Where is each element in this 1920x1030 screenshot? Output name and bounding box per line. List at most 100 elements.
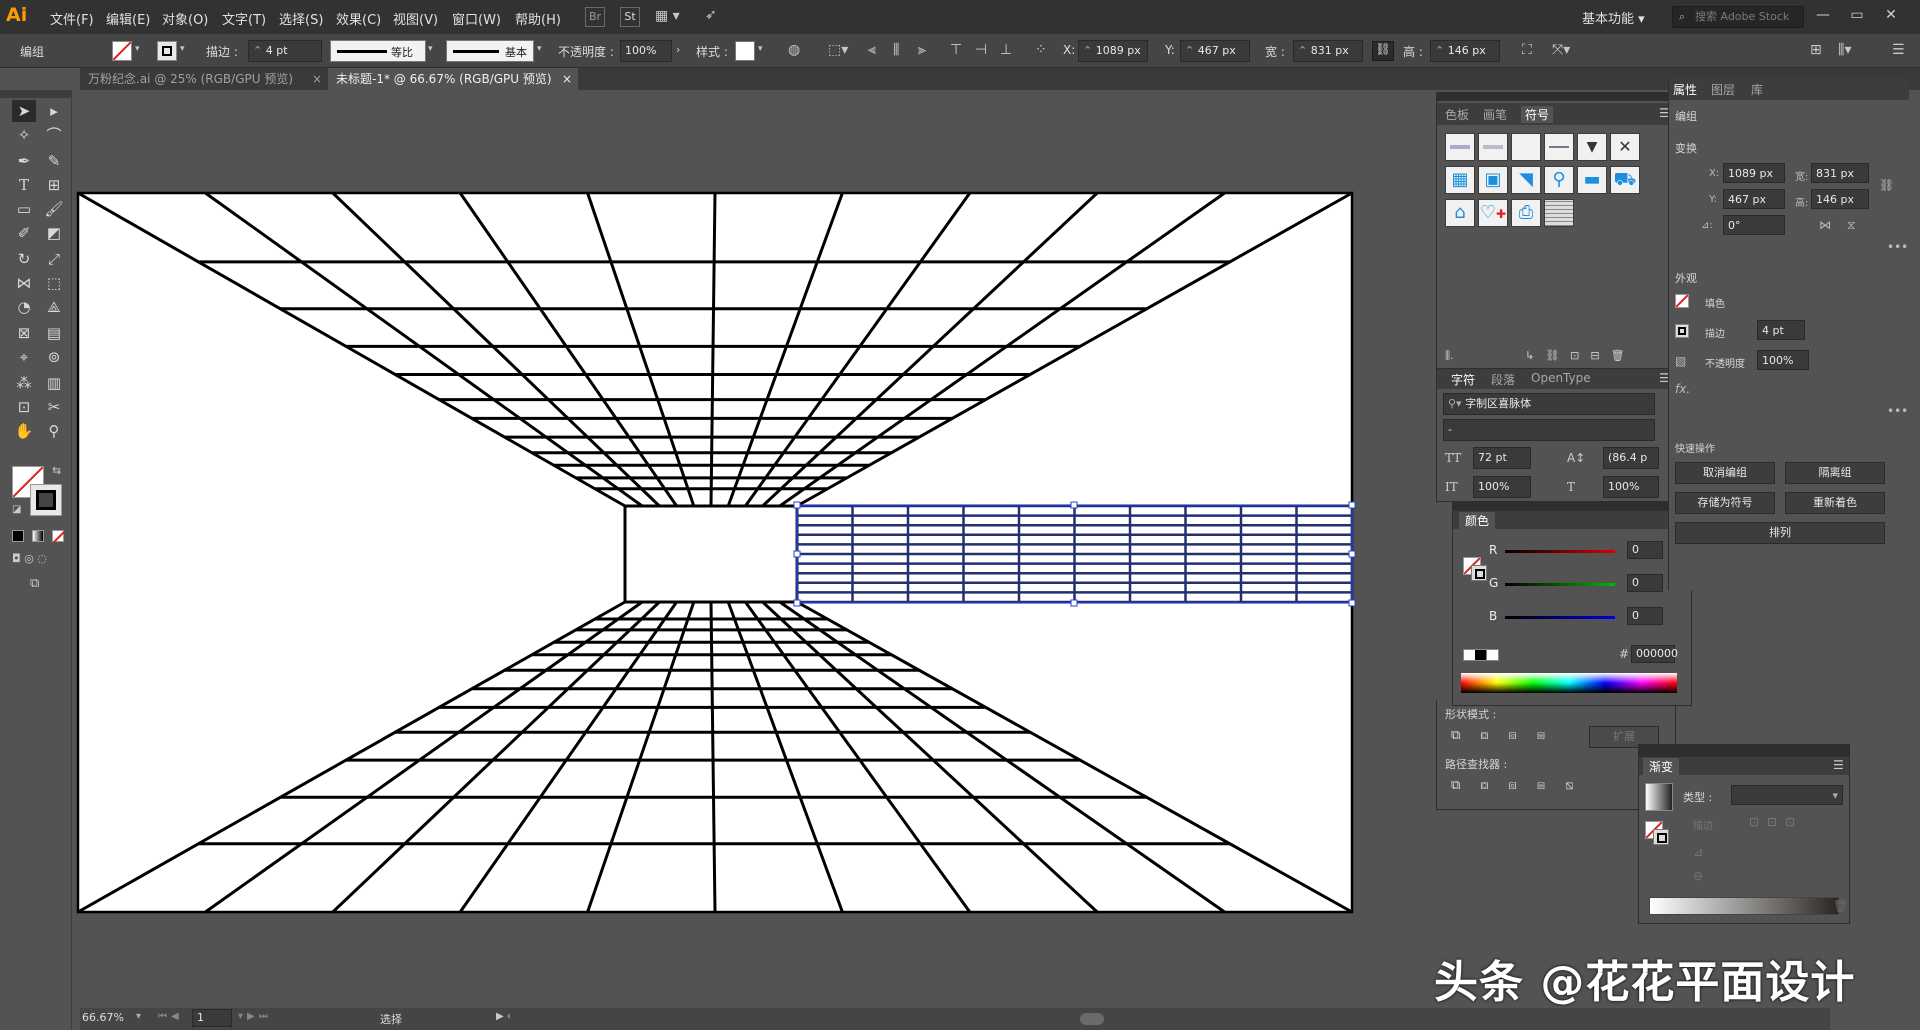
transform-options-icon[interactable]: ⤧▾ bbox=[1552, 42, 1570, 58]
angle-field[interactable]: 0° bbox=[1723, 215, 1785, 235]
g-slider[interactable] bbox=[1505, 583, 1615, 586]
default-colors-icon[interactable]: ◪ bbox=[12, 504, 21, 515]
tab-untitled-1[interactable]: 未标题-1* @ 66.67% (RGB/GPU 预览) × bbox=[328, 68, 578, 90]
artboard-tool-icon[interactable]: ⊡ bbox=[12, 396, 36, 418]
none-black-white-swatches[interactable] bbox=[1463, 649, 1499, 661]
eraser-tool-icon[interactable]: ◩ bbox=[42, 222, 66, 244]
symbol-button-bar-4[interactable] bbox=[1544, 133, 1574, 161]
perspective-grid-tool-icon[interactable]: ⟁ bbox=[42, 296, 66, 318]
appearance-fill-swatch[interactable] bbox=[1675, 294, 1689, 308]
menu-edit[interactable]: 编辑(E) bbox=[106, 9, 150, 28]
opacity-arrow-icon[interactable]: › bbox=[676, 43, 680, 56]
shape-mode-buttons[interactable]: ⧉⧈⧇⧆ bbox=[1451, 728, 1565, 743]
align-middle-icon[interactable]: ⊣ bbox=[975, 42, 987, 58]
r-field[interactable]: 0 bbox=[1627, 541, 1663, 559]
symbol-sprayer-tool-icon[interactable]: ⁂ bbox=[12, 372, 36, 394]
tab-paragraph[interactable]: 段落 bbox=[1491, 371, 1515, 388]
credit-card-icon[interactable]: ▬ bbox=[1577, 166, 1607, 194]
profile-dropdown-icon[interactable]: ▾ bbox=[428, 44, 433, 54]
tab-close-icon[interactable]: × bbox=[562, 68, 572, 90]
menu-help[interactable]: 帮助(H) bbox=[515, 9, 561, 28]
prop-x-field[interactable]: 1089 px bbox=[1723, 163, 1785, 183]
graphic-style-swatch[interactable] bbox=[735, 41, 755, 61]
minimize-button[interactable]: — bbox=[1808, 4, 1838, 26]
font-family-field[interactable]: ⚲▾ 字制区喜脉体 bbox=[1443, 393, 1655, 415]
symbol-button-bar-1[interactable] bbox=[1445, 133, 1475, 161]
appearance-stroke-swatch[interactable] bbox=[1675, 324, 1689, 338]
zoom-dropdown-icon[interactable]: ▾ bbox=[136, 1011, 141, 1022]
tab-close-icon[interactable]: × bbox=[312, 68, 322, 90]
tab-character[interactable]: 字符 bbox=[1451, 371, 1475, 388]
magnifier-icon[interactable]: ⚲ bbox=[1544, 166, 1574, 194]
w-field[interactable]: ⌃ 831 px bbox=[1293, 40, 1363, 62]
control-menu-icon[interactable]: ☰ bbox=[1892, 42, 1905, 58]
eyedropper-tool-icon[interactable]: ⌖ bbox=[12, 346, 36, 368]
tab-swatches[interactable]: 色板 bbox=[1445, 106, 1469, 123]
calendar-icon[interactable]: ▦ bbox=[1445, 166, 1475, 194]
constrain-link-icon[interactable]: ⛓ bbox=[1372, 41, 1394, 61]
b-field[interactable]: 0 bbox=[1627, 607, 1663, 625]
dropdown-arrow-icon[interactable]: ▼ bbox=[1577, 133, 1607, 161]
appearance-stroke-field[interactable]: 4 pt bbox=[1757, 320, 1805, 340]
appearance-opacity-field[interactable]: 100% bbox=[1757, 350, 1809, 370]
status-menu-arrow-icon[interactable]: ▶ ‹ bbox=[496, 1011, 511, 1022]
film-icon[interactable]: ▣ bbox=[1478, 166, 1508, 194]
tab-symbols[interactable]: 符号 bbox=[1521, 106, 1554, 123]
fx-icon[interactable]: fx. bbox=[1675, 382, 1690, 396]
symbol-actions-icons[interactable]: ↳⛓⊡⊟🗑 bbox=[1525, 349, 1636, 362]
symbol-button-bar-2[interactable] bbox=[1478, 133, 1508, 161]
opacity-field[interactable]: 100% bbox=[620, 40, 672, 62]
isolate-icon[interactable]: ⛶ bbox=[1522, 42, 1532, 58]
menu-type[interactable]: 文字(T) bbox=[222, 9, 266, 28]
leading-field[interactable]: (86.4 p bbox=[1603, 447, 1659, 469]
shopping-cart-icon[interactable]: ⛟ bbox=[1610, 166, 1640, 194]
menu-window[interactable]: 窗口(W) bbox=[452, 9, 501, 28]
ungroup-button[interactable]: 取消编组 bbox=[1675, 462, 1775, 484]
swap-fill-stroke-icon[interactable]: ⇆ bbox=[52, 464, 61, 477]
panel-menu-icon[interactable]: ☰ bbox=[1833, 758, 1844, 772]
vertical-scale-field[interactable]: 100% bbox=[1473, 476, 1531, 498]
menu-file[interactable]: 文件(F) bbox=[50, 9, 94, 28]
align-top-icon[interactable]: ⊤ bbox=[950, 42, 962, 58]
prop-y-field[interactable]: 467 px bbox=[1723, 189, 1785, 209]
h-field[interactable]: ⌃ 146 px bbox=[1430, 40, 1500, 62]
artboard-number-field[interactable]: 1 bbox=[192, 1009, 232, 1027]
gradient-mode-icon[interactable] bbox=[32, 530, 44, 542]
pathfinder-buttons[interactable]: ⧉⧈⧇⧆⧅ bbox=[1451, 778, 1593, 793]
type-tool-icon[interactable]: T bbox=[12, 174, 36, 196]
flip-horizontal-icon[interactable]: ⋈ bbox=[1819, 218, 1831, 232]
isolate-group-button[interactable]: 隔离组 bbox=[1785, 462, 1885, 484]
selection-tool-icon[interactable]: ➤ bbox=[12, 100, 36, 122]
grid-pattern-symbol[interactable] bbox=[1544, 199, 1574, 227]
arrange-docs-icon[interactable]: ▦ ▾ bbox=[655, 8, 680, 24]
gradient-tool-icon[interactable]: ▤ bbox=[42, 322, 66, 344]
fill-dropdown-icon[interactable]: ▾ bbox=[135, 44, 140, 54]
style-dropdown-icon[interactable]: ▾ bbox=[758, 44, 763, 54]
gradient-stroke-options[interactable]: ⊡⊡⊡ bbox=[1749, 815, 1803, 829]
close-x-icon[interactable]: ✕ bbox=[1610, 133, 1640, 161]
save-as-symbol-button[interactable]: 存储为符号 bbox=[1675, 492, 1775, 514]
fill-swatch[interactable] bbox=[112, 41, 132, 61]
tab-libraries[interactable]: 库 bbox=[1751, 81, 1763, 98]
delete-stop-icon[interactable]: 🗑 bbox=[1833, 899, 1848, 913]
reference-point-icon[interactable]: ⁘ bbox=[1035, 42, 1047, 58]
align-left-icon[interactable]: ⫷ bbox=[868, 42, 876, 58]
y-field[interactable]: ⌃ 467 px bbox=[1180, 40, 1250, 62]
appearance-opacity-label[interactable]: 不透明度 bbox=[1705, 355, 1745, 370]
recolor-icon[interactable]: ◍ bbox=[788, 42, 800, 58]
tab-wanfen[interactable]: 万粉纪念.ai @ 25% (RGB/GPU 预览) × bbox=[80, 68, 328, 90]
blend-tool-icon[interactable]: ⊚ bbox=[42, 346, 66, 368]
width-tool-icon[interactable]: ⋈ bbox=[12, 272, 36, 294]
color-mode-icon[interactable] bbox=[12, 530, 24, 542]
rss-icon[interactable]: ◥ bbox=[1511, 166, 1541, 194]
pen-tool-icon[interactable]: ✒ bbox=[12, 150, 36, 172]
column-graph-tool-icon[interactable]: ▥ bbox=[42, 372, 66, 394]
stroke-weight-field[interactable]: ⌃ 4 pt bbox=[248, 40, 322, 62]
stroke-color-box[interactable] bbox=[30, 484, 62, 516]
bridge-icon[interactable]: Br bbox=[585, 7, 605, 27]
shape-builder-tool-icon[interactable]: ◔ bbox=[12, 296, 36, 318]
hex-field[interactable]: 000000 bbox=[1631, 645, 1678, 663]
horizontal-scale-field[interactable]: 100% bbox=[1603, 476, 1659, 498]
stock-search-input[interactable]: 搜索 Adobe Stock bbox=[1672, 6, 1804, 28]
tab-brushes[interactable]: 画笔 bbox=[1483, 106, 1507, 123]
